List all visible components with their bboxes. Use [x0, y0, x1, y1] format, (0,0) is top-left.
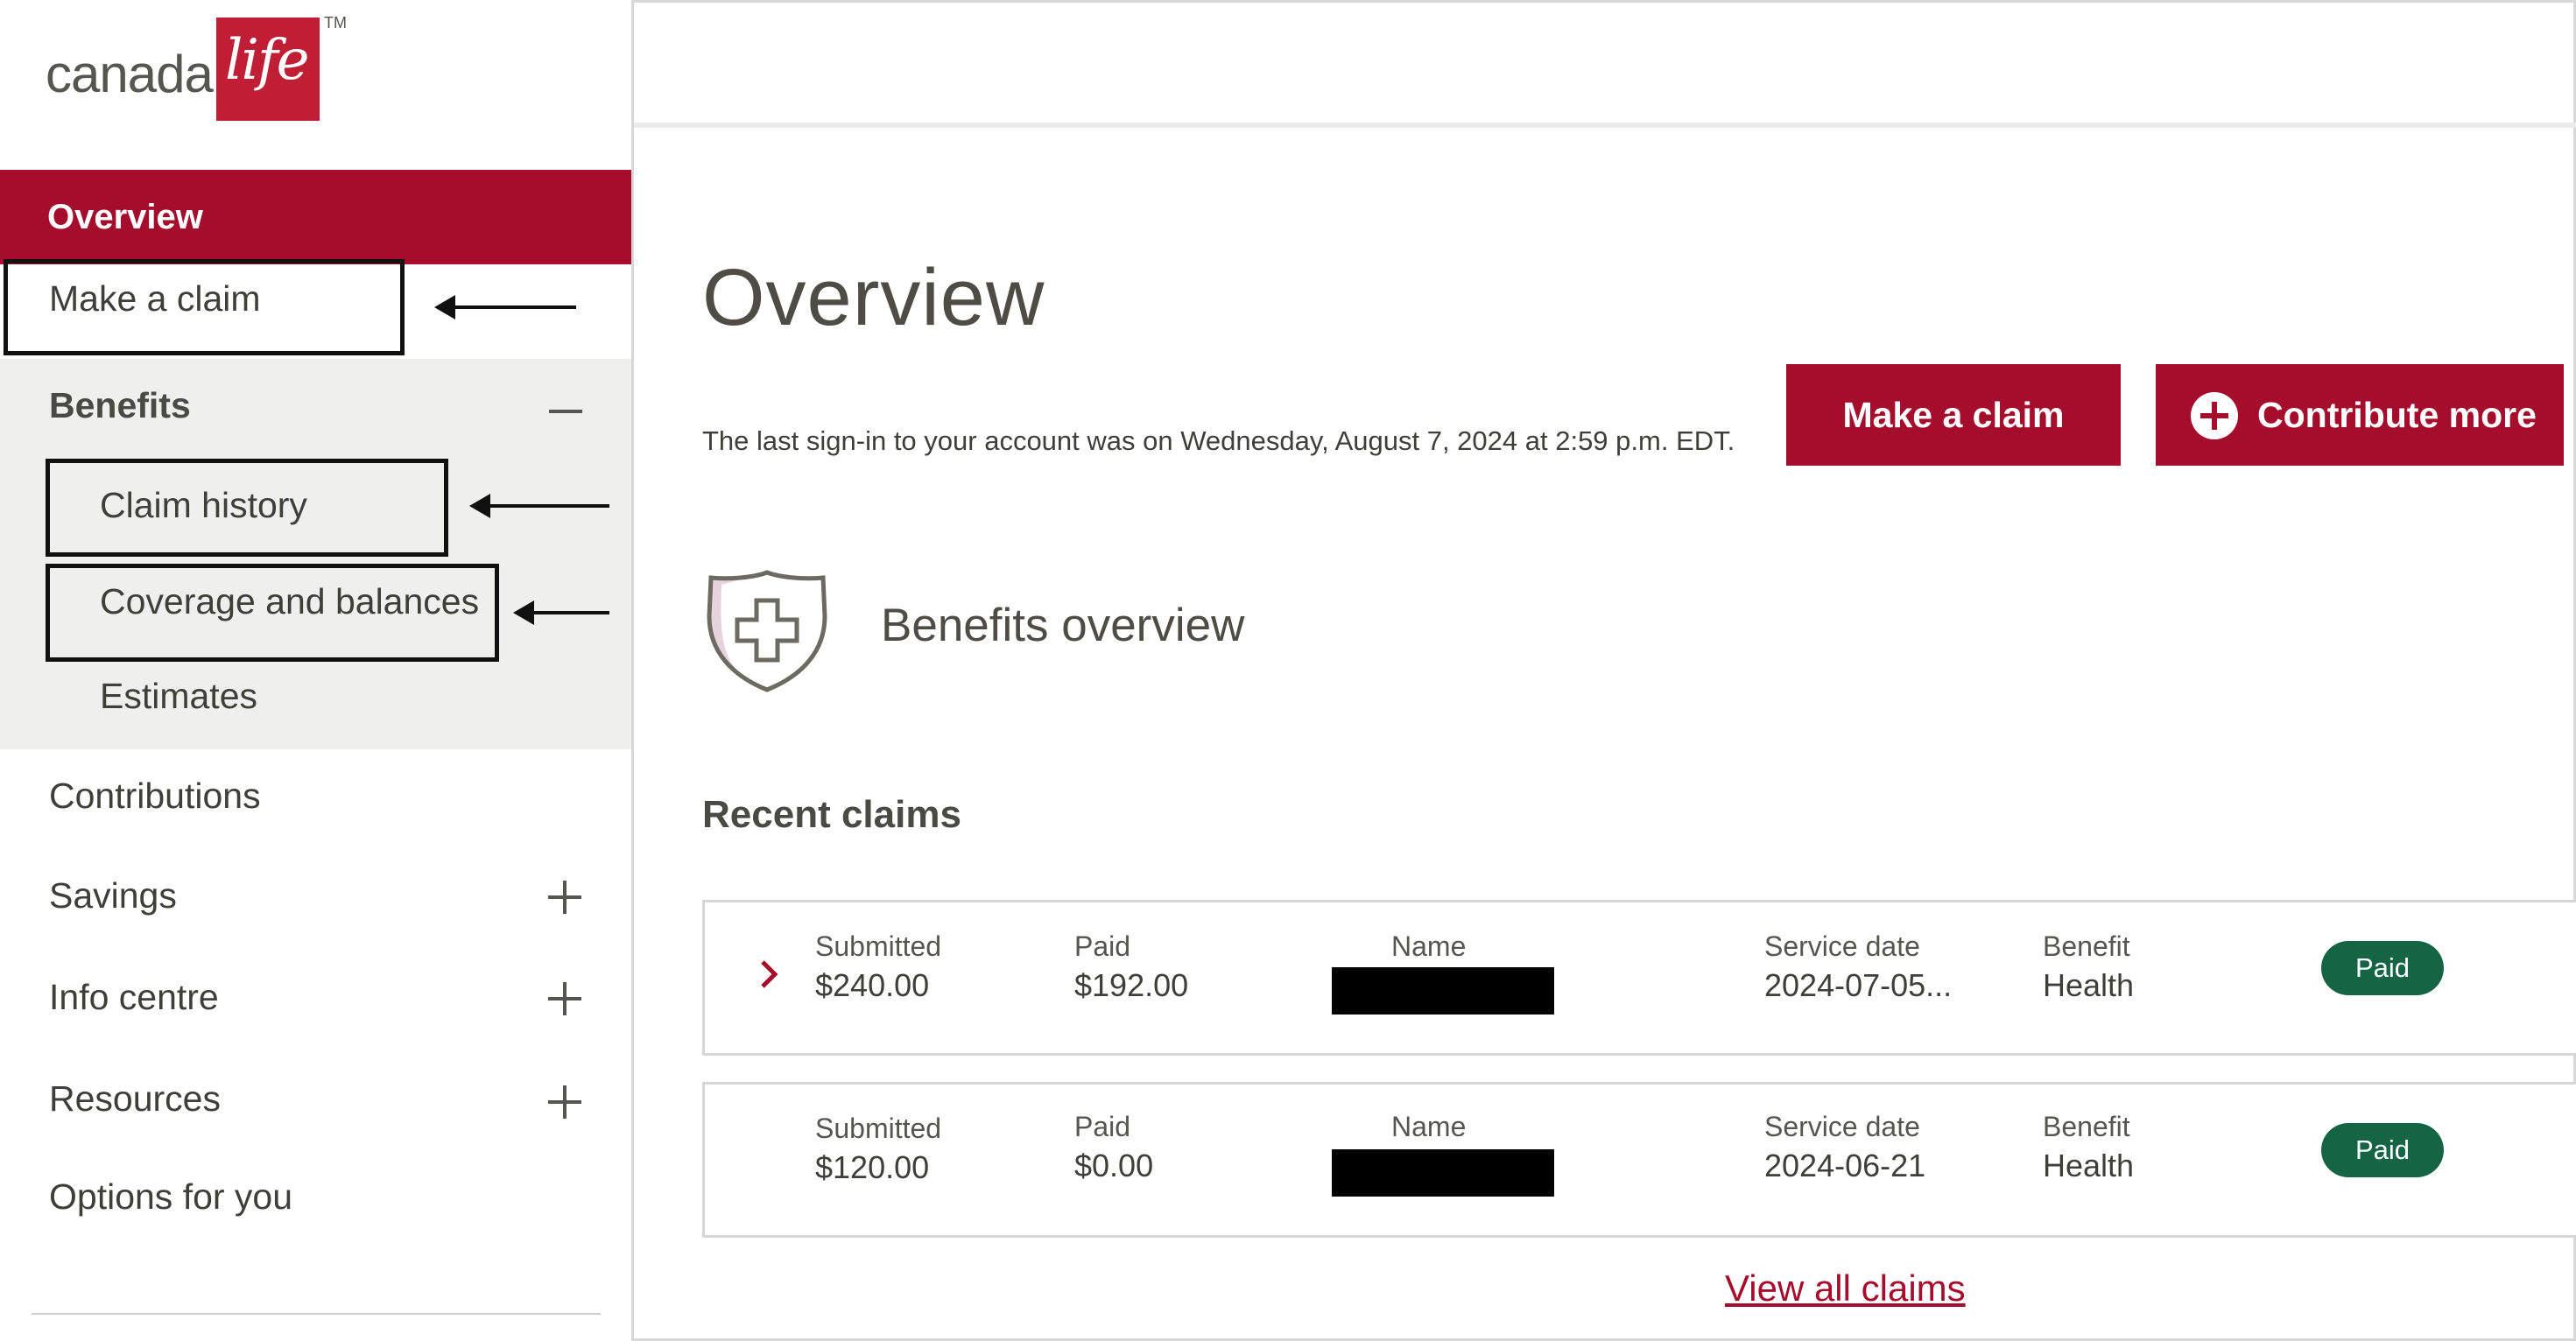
logo-wordmark: canada — [46, 45, 214, 103]
expand-plus-icon[interactable] — [548, 1085, 581, 1119]
paid-label: Paid — [1074, 1111, 1131, 1142]
plus-circle-icon — [2191, 392, 2238, 439]
submitted-value: $240.00 — [815, 967, 930, 1003]
sidebar-divider — [32, 1313, 601, 1315]
status-badge: Paid — [2321, 941, 2444, 995]
benefits-overview-heading: Benefits overview — [881, 600, 1245, 651]
service-date-value: 2024-06-21 — [1764, 1148, 1926, 1183]
benefit-label: Benefit — [2043, 930, 2130, 962]
expand-plus-icon[interactable] — [548, 881, 581, 914]
paid-label: Paid — [1074, 930, 1131, 962]
canada-life-logo[interactable]: canada life TM — [46, 14, 361, 121]
view-all-claims-link[interactable]: View all claims — [1725, 1267, 1966, 1309]
sidebar-item-overview[interactable]: Overview — [0, 170, 631, 264]
collapse-minus-icon[interactable] — [549, 410, 582, 413]
status-badge: Paid — [2321, 1123, 2444, 1177]
expand-plus-icon[interactable] — [548, 982, 581, 1015]
health-shield-icon — [707, 570, 827, 692]
sidebar-item-options-for-you[interactable]: Options for you — [0, 1148, 631, 1245]
page-title: Overview — [702, 253, 1045, 342]
contribute-more-button[interactable]: Contribute more — [2156, 364, 2564, 466]
chevron-right-icon[interactable] — [757, 948, 782, 1000]
sidebar-item-resources[interactable]: Resources — [0, 1050, 631, 1147]
benefit-value: Health — [2043, 1148, 2135, 1183]
annotation-arrow-claim-history — [469, 494, 609, 518]
trademark-symbol: TM — [324, 14, 347, 32]
logo-script: life — [225, 28, 309, 93]
service-date-value: 2024-07-05... — [1764, 967, 1953, 1003]
annotation-box-coverage — [46, 564, 499, 662]
recent-claims-heading: Recent claims — [702, 793, 961, 836]
sidebar-item-info-centre[interactable]: Info centre — [0, 949, 631, 1045]
logo-box: life — [216, 18, 320, 121]
redacted-name — [1332, 1149, 1554, 1197]
annotation-box-make-claim — [4, 259, 405, 355]
annotation-arrow-coverage — [513, 600, 609, 625]
name-label: Name — [1391, 1111, 1467, 1142]
service-date-label: Service date — [1764, 930, 1920, 962]
benefit-label: Benefit — [2043, 1111, 2130, 1142]
submitted-label: Submitted — [815, 1113, 942, 1144]
sidebar-item-benefits[interactable]: Benefits — [49, 385, 191, 426]
annotation-arrow-make-claim — [434, 295, 576, 319]
paid-value: $192.00 — [1074, 967, 1189, 1003]
last-signin-text: The last sign-in to your account was on … — [702, 425, 1735, 456]
sidebar-nav: canada life TM Overview Make a claim Ben… — [0, 0, 634, 1341]
paid-value: $0.00 — [1074, 1148, 1154, 1183]
benefit-value: Health — [2043, 967, 2135, 1003]
service-date-label: Service date — [1764, 1111, 1920, 1142]
sidebar-item-savings[interactable]: Savings — [0, 847, 631, 944]
make-claim-button[interactable]: Make a claim — [1786, 364, 2121, 466]
header-divider — [634, 123, 2576, 128]
sidebar-item-estimates[interactable]: Estimates — [100, 676, 257, 717]
submitted-label: Submitted — [815, 930, 942, 962]
claim-row[interactable]: Submitted $240.00 Paid $192.00 Name Serv… — [702, 900, 2576, 1056]
name-label: Name — [1391, 930, 1467, 962]
annotation-box-claim-history — [46, 459, 448, 557]
sidebar-item-contributions[interactable]: Contributions — [0, 748, 631, 844]
claim-row[interactable]: Submitted $120.00 Paid $0.00 Name Servic… — [702, 1082, 2576, 1238]
contribute-more-label: Contribute more — [2257, 395, 2537, 435]
redacted-name — [1332, 967, 1554, 1015]
submitted-value: $120.00 — [815, 1149, 930, 1185]
